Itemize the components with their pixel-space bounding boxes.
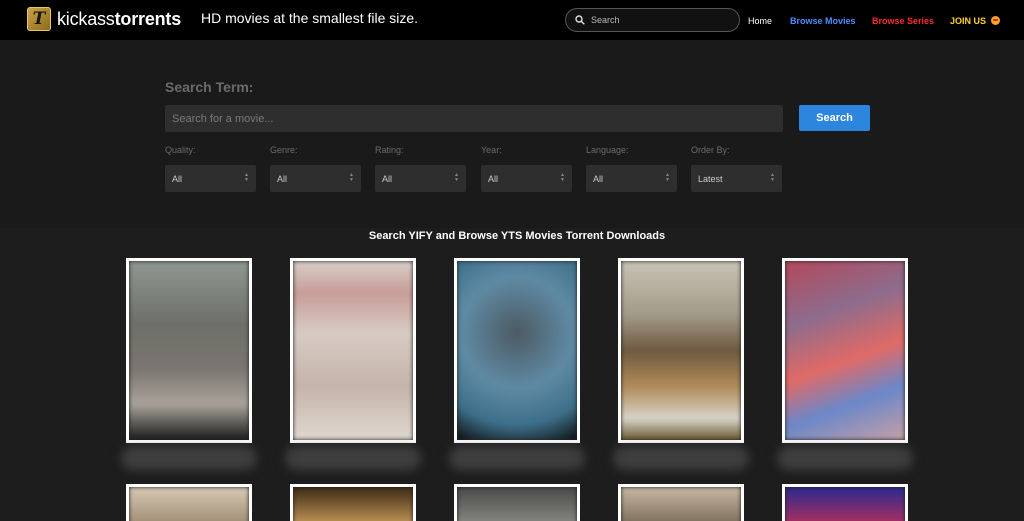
rating-label: Rating: <box>375 145 404 155</box>
movie-poster[interactable] <box>782 258 908 443</box>
year-value: All <box>488 173 499 184</box>
poster-image <box>129 487 249 521</box>
quality-select[interactable]: All ▲ ▼ <box>165 165 256 192</box>
select-arrows-icon: ▲ ▼ <box>244 172 249 183</box>
site-tagline: HD movies at the smallest file size. <box>201 10 419 26</box>
search-term-label: Search Term: <box>165 79 254 95</box>
nav-browse-movies[interactable]: Browse Movies <box>790 16 856 26</box>
movie-caption <box>777 446 913 470</box>
quality-value: All <box>172 173 183 184</box>
logo-text-suffix: torrents <box>114 8 182 29</box>
results-title: Search YIFY and Browse YTS Movies Torren… <box>368 230 666 242</box>
poster-image <box>785 487 905 521</box>
order-by-label: Order By: <box>691 145 730 155</box>
year-select[interactable]: All ▲ ▼ <box>481 165 572 192</box>
movie-poster[interactable] <box>126 484 252 521</box>
join-label: JOIN US <box>950 16 987 26</box>
movie-poster[interactable] <box>618 484 744 521</box>
order-by-value: Latest <box>698 173 723 184</box>
language-select[interactable]: All ▲ ▼ <box>586 165 677 192</box>
movie-poster[interactable] <box>618 258 744 443</box>
movie-poster[interactable] <box>290 258 416 443</box>
movie-poster[interactable] <box>290 484 416 521</box>
movie-poster[interactable] <box>126 258 252 443</box>
movie-poster[interactable] <box>782 484 908 521</box>
genre-value: All <box>277 173 288 184</box>
genre-select[interactable]: All ▲ ▼ <box>270 165 361 192</box>
language-value: All <box>593 173 604 184</box>
rating-value: All <box>382 173 393 184</box>
poster-image <box>785 261 905 440</box>
select-arrows-icon: ▲ ▼ <box>560 172 565 183</box>
search-button[interactable]: Search <box>799 105 870 131</box>
logo-text: kickasstorrents <box>57 9 181 30</box>
heart-eyes-emoji-icon <box>990 16 1000 25</box>
poster-image <box>621 487 741 521</box>
header-search[interactable] <box>565 8 740 32</box>
search-panel <box>0 40 1024 228</box>
genre-label: Genre: <box>270 145 298 155</box>
poster-image <box>129 261 249 440</box>
nav-home[interactable]: Home <box>748 16 772 26</box>
logo-text-prefix: kickass <box>57 8 115 29</box>
movie-caption <box>121 446 257 470</box>
logo-icon: T <box>27 7 51 31</box>
poster-image <box>621 261 741 440</box>
year-label: Year: <box>481 145 502 155</box>
movie-poster[interactable] <box>454 484 580 521</box>
order-by-select[interactable]: Latest ▲ ▼ <box>691 165 782 192</box>
quality-label: Quality: <box>165 145 196 155</box>
rating-select[interactable]: All ▲ ▼ <box>375 165 466 192</box>
poster-image <box>293 261 413 440</box>
nav-browse-series[interactable]: Browse Series <box>872 16 934 26</box>
poster-image <box>457 261 577 440</box>
language-label: Language: <box>586 145 629 155</box>
poster-image <box>457 487 577 521</box>
select-arrows-icon: ▲ ▼ <box>665 172 670 183</box>
select-arrows-icon: ▲ ▼ <box>454 172 459 183</box>
select-arrows-icon: ▲ ▼ <box>349 172 354 183</box>
top-navbar: T kickasstorrents HD movies at the small… <box>0 0 1024 40</box>
movie-poster[interactable] <box>454 258 580 443</box>
site-logo[interactable]: T kickasstorrents <box>27 6 181 32</box>
movie-caption <box>613 446 749 470</box>
nav-join-us[interactable]: JOIN US <box>950 16 1000 26</box>
movie-caption <box>285 446 421 470</box>
select-arrows-icon: ▲ ▼ <box>770 172 775 183</box>
movie-caption <box>449 446 585 470</box>
header-search-input[interactable] <box>591 15 731 25</box>
search-icon <box>575 15 585 25</box>
search-term-input[interactable] <box>165 105 783 132</box>
poster-image <box>293 487 413 521</box>
